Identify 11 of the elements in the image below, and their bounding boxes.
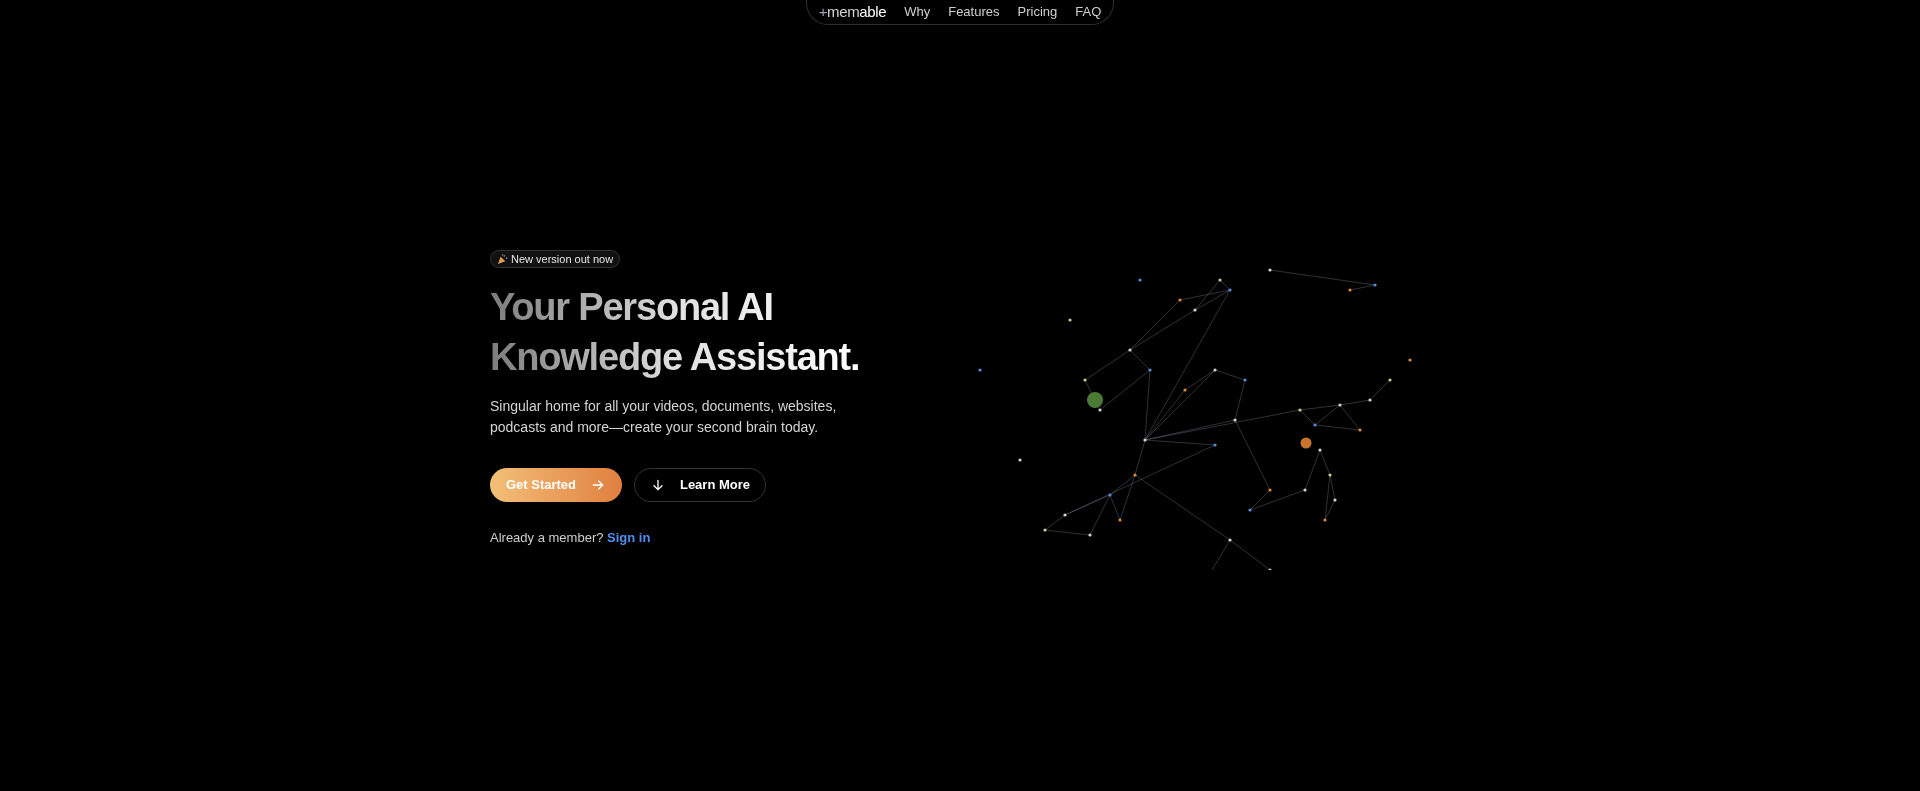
hero-subtitle: Singular home for all your videos, documents, websites, podcasts and more—create your second brain today. xyxy=(490,397,838,437)
nav-link[interactable]: Features xyxy=(948,2,1000,22)
nav-link[interactable]: FAQ xyxy=(1075,2,1102,22)
learn-more-button[interactable]: Learn More xyxy=(634,468,766,502)
nav-link[interactable]: Pricing xyxy=(1017,2,1058,22)
sign-in-link[interactable]: Sign in xyxy=(607,530,651,545)
memable-logo[interactable]: +memable xyxy=(818,0,887,24)
announcement-badge[interactable]: New version out now xyxy=(490,250,621,268)
member-prompt: Already a member? Sign in xyxy=(490,529,651,547)
nav-link[interactable]: Why xyxy=(904,2,931,22)
party-popper-icon xyxy=(497,253,508,265)
